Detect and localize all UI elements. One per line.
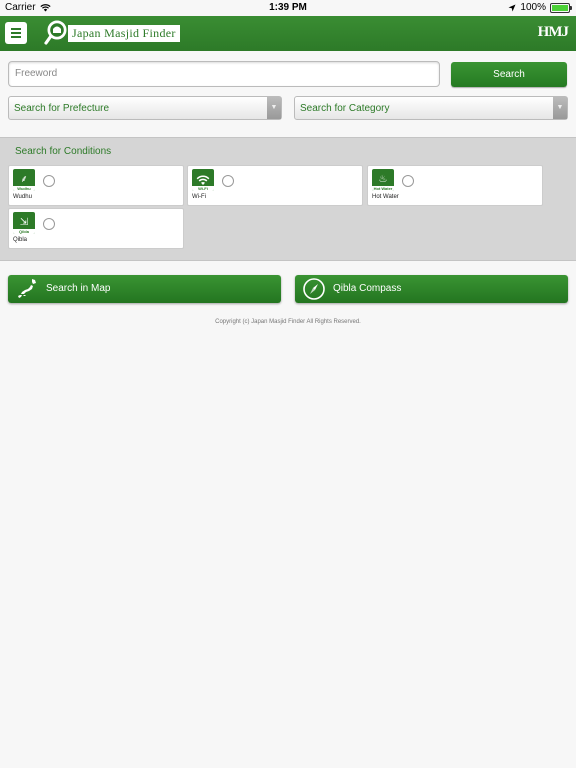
menu-button[interactable]	[5, 22, 27, 44]
condition-hot-water[interactable]: ♨ Hot Water Hot Water	[367, 165, 543, 206]
app-logo[interactable]: Japan Masjid Finder	[44, 20, 180, 46]
chevron-down-icon: ▼	[553, 97, 567, 119]
category-select[interactable]: Search for Category ▼	[294, 96, 568, 120]
status-bar: Carrier 1:39 PM 100%	[0, 0, 576, 16]
wifi-radio[interactable]	[222, 175, 234, 187]
conditions-title: Search for Conditions	[15, 146, 112, 157]
wudhu-icon: ⸙ Wudhu	[13, 169, 35, 191]
wifi-icon: Wi-Fi	[192, 169, 214, 191]
logo-text: Japan Masjid Finder	[68, 24, 180, 42]
copyright-text: Copyright (c) Japan Masjid Finder All Ri…	[215, 319, 361, 325]
qibla-radio[interactable]	[43, 218, 55, 230]
hot-water-radio[interactable]	[402, 175, 414, 187]
compass-icon	[303, 278, 325, 300]
condition-wifi[interactable]: Wi-Fi Wi-Fi	[187, 165, 363, 206]
app-header: Japan Masjid Finder HMJ	[0, 16, 576, 51]
category-select-label: Search for Category	[300, 103, 390, 114]
status-right: 100%	[508, 2, 572, 13]
condition-label: Wi-Fi	[192, 194, 206, 200]
hamburger-icon	[11, 28, 21, 30]
search-in-map-label: Search in Map	[46, 283, 111, 294]
prefecture-select[interactable]: Search for Prefecture ▼	[8, 96, 282, 120]
wudhu-radio[interactable]	[43, 175, 55, 187]
battery-icon	[550, 2, 572, 13]
qibla-icon: ⇲ Qibla	[13, 212, 35, 234]
condition-label: Wudhu	[13, 194, 32, 200]
condition-qibla[interactable]: ⇲ Qibla Qibla	[8, 208, 184, 249]
hot-water-icon: ♨ Hot Water	[372, 169, 394, 191]
condition-wudhu[interactable]: ⸙ Wudhu Wudhu	[8, 165, 184, 206]
search-button[interactable]: Search	[451, 62, 567, 87]
qibla-compass-label: Qibla Compass	[333, 283, 402, 294]
japan-map-icon	[18, 279, 36, 298]
conditions-panel: Search for Conditions ⸙ Wudhu Wudhu Wi-F…	[0, 137, 576, 261]
brand-logo: HMJ	[537, 24, 569, 40]
location-arrow-icon	[508, 4, 516, 11]
prefecture-select-label: Search for Prefecture	[14, 103, 110, 114]
condition-label: Qibla	[13, 237, 28, 243]
status-time: 1:39 PM	[269, 2, 307, 13]
search-in-map-button[interactable]: Search in Map	[8, 275, 281, 303]
chevron-down-icon: ▼	[267, 97, 281, 119]
condition-label: Hot Water	[372, 194, 399, 200]
battery-percent: 100%	[520, 2, 546, 13]
freeword-input[interactable]: Freeword	[8, 61, 440, 87]
qibla-compass-button[interactable]: Qibla Compass	[295, 275, 568, 303]
